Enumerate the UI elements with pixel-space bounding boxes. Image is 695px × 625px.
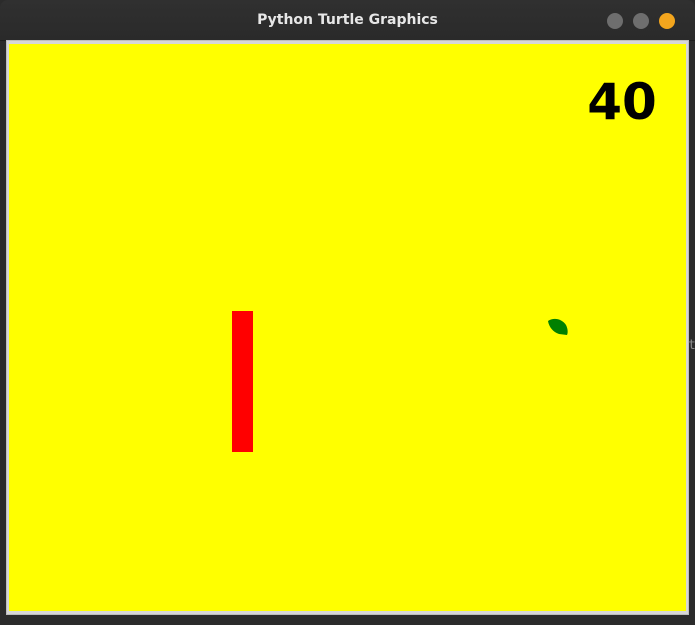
window-title: Python Turtle Graphics bbox=[257, 12, 438, 28]
game-canvas[interactable]: 40 bbox=[9, 44, 686, 611]
turtle-window: Python Turtle Graphics 40 t bbox=[0, 0, 695, 625]
close-button[interactable] bbox=[659, 13, 675, 29]
title-bar[interactable]: Python Turtle Graphics bbox=[0, 0, 695, 41]
turtle-ball-shape bbox=[548, 318, 568, 335]
minimize-button[interactable] bbox=[607, 13, 623, 29]
score-display: 40 bbox=[587, 73, 657, 131]
maximize-button[interactable] bbox=[633, 13, 649, 29]
turtle-ball-icon bbox=[548, 318, 568, 335]
background-window-edge: t bbox=[688, 338, 695, 353]
paddle bbox=[232, 311, 253, 452]
